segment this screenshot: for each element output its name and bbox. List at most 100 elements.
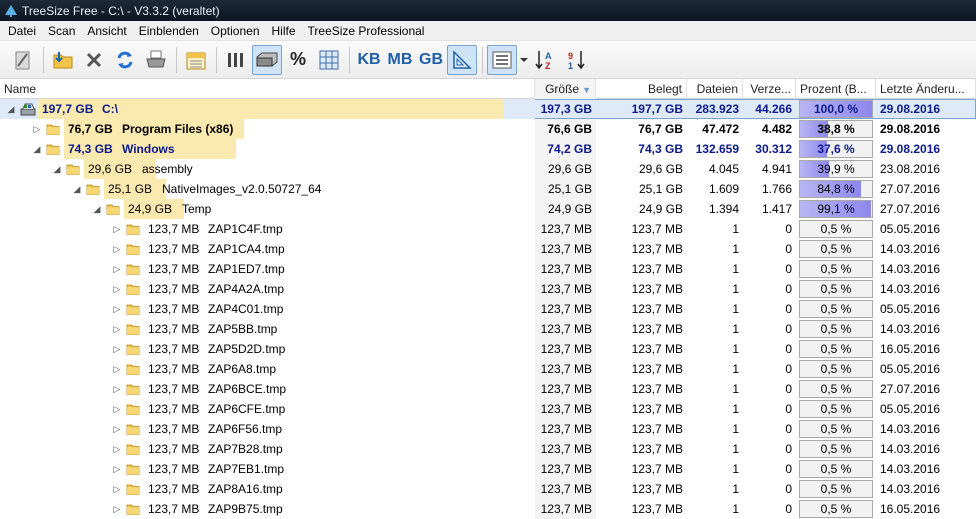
collapse-arrow-icon[interactable]: ◢ xyxy=(32,139,42,159)
tree-row[interactable]: ▷ 123,7 MB ZAP8A16.tmp 123,7 MB 123,7 MB 1 0 0,… xyxy=(0,479,976,499)
columns-dropdown[interactable] xyxy=(518,45,530,75)
name-cell[interactable]: ◢ 29,6 GB assembly xyxy=(0,159,535,179)
tree-row[interactable]: ▷ 123,7 MB ZAP5BB.tmp 123,7 MB 123,7 MB 1 0 0,5… xyxy=(0,319,976,339)
tree-row[interactable]: ▷ 123,7 MB ZAP1CA4.tmp 123,7 MB 123,7 MB 1 0 0,… xyxy=(0,239,976,259)
scan-button[interactable] xyxy=(8,45,38,75)
columns-button[interactable] xyxy=(487,44,517,75)
tree-row[interactable]: ▷ 123,7 MB ZAP6A8.tmp 123,7 MB 123,7 MB 1 0 0,5… xyxy=(0,359,976,379)
percent-cell: 0,5 % xyxy=(796,319,876,339)
name-cell[interactable]: ▷ 123,7 MB ZAP1ED7.tmp xyxy=(0,259,535,279)
tree-row[interactable]: ▷ 123,7 MB ZAP1C4F.tmp 123,7 MB 123,7 MB 1 0 0,… xyxy=(0,219,976,239)
svg-text:Z: Z xyxy=(545,61,551,71)
name-cell[interactable]: ▷ 123,7 MB ZAP8A16.tmp xyxy=(0,479,535,499)
expand-arrow-icon[interactable]: ▷ xyxy=(32,119,42,139)
expand-arrow-icon[interactable]: ▷ xyxy=(112,259,122,279)
refresh-button[interactable] xyxy=(110,45,140,75)
menu-scan[interactable]: Scan xyxy=(42,24,81,38)
expand-arrow-icon[interactable]: ▷ xyxy=(112,459,122,479)
menu-treesize-professional[interactable]: TreeSize Professional xyxy=(302,24,431,38)
header-name[interactable]: Name xyxy=(0,79,535,99)
tree-row[interactable]: ◢ 25,1 GB NativeImages_v2.0.50727_64 25,1 G… xyxy=(0,179,976,199)
tree-row[interactable]: ▷ 123,7 MB ZAP4A2A.tmp 123,7 MB 123,7 MB 1 0 0,… xyxy=(0,279,976,299)
expand-arrow-icon[interactable]: ▷ xyxy=(112,239,122,259)
name-cell[interactable]: ▷ 123,7 MB ZAP1C4F.tmp xyxy=(0,219,535,239)
expand-arrow-icon[interactable]: ▷ xyxy=(112,479,122,499)
header-percent[interactable]: Prozent (B... xyxy=(796,79,876,99)
name-cell[interactable]: ▷ 76,7 GB Program Files (x86) xyxy=(0,119,535,139)
tree-row[interactable]: ▷ 123,7 MB ZAP5D2D.tmp 123,7 MB 123,7 MB 1 0 0,… xyxy=(0,339,976,359)
header-modified[interactable]: Letzte Änderu... xyxy=(876,79,976,99)
tree-row[interactable]: ▷ 123,7 MB ZAP7EB1.tmp 123,7 MB 123,7 MB 1 0 0,… xyxy=(0,459,976,479)
name-cell[interactable]: ▷ 123,7 MB ZAP7EB1.tmp xyxy=(0,459,535,479)
stop-scan-button[interactable] xyxy=(79,45,109,75)
files-cell: 1 xyxy=(732,502,739,516)
expand-arrow-icon[interactable]: ▷ xyxy=(112,439,122,459)
name-cell[interactable]: ▷ 123,7 MB ZAP6BCE.tmp xyxy=(0,379,535,399)
expand-arrow-icon[interactable]: ▷ xyxy=(112,379,122,399)
name-cell[interactable]: ▷ 123,7 MB ZAP5BB.tmp xyxy=(0,319,535,339)
print-button[interactable] xyxy=(141,45,171,75)
name-cell[interactable]: ◢ 74,3 GB Windows xyxy=(0,139,535,159)
name-cell[interactable]: ▷ 123,7 MB ZAP6F56.tmp xyxy=(0,419,535,439)
name-cell[interactable]: ◢ 197,7 GB C:\ xyxy=(0,99,535,119)
collapse-arrow-icon[interactable]: ◢ xyxy=(72,179,82,199)
name-cell[interactable]: ▷ 123,7 MB ZAP9B75.tmp xyxy=(0,499,535,519)
tree-row[interactable]: ▷ 123,7 MB ZAP1ED7.tmp 123,7 MB 123,7 MB 1 0 0,… xyxy=(0,259,976,279)
tree-row[interactable]: ▷ 123,7 MB ZAP7B28.tmp 123,7 MB 123,7 MB 1 0 0,… xyxy=(0,439,976,459)
menu-datei[interactable]: Datei xyxy=(2,24,42,38)
gb-button[interactable]: GB xyxy=(416,45,446,75)
expand-arrow-icon[interactable]: ▷ xyxy=(112,499,122,519)
tree-row[interactable]: ▷ 123,7 MB ZAP6F56.tmp 123,7 MB 123,7 MB 1 0 0,… xyxy=(0,419,976,439)
expand-arrow-icon[interactable]: ▷ xyxy=(112,219,122,239)
tree-row[interactable]: ▷ 76,7 GB Program Files (x86) 76,6 GB 76,7 G… xyxy=(0,119,976,139)
header-size[interactable]: Größe ▼ xyxy=(535,79,596,99)
mb-button[interactable]: MB xyxy=(385,45,415,75)
collapse-arrow-icon[interactable]: ◢ xyxy=(6,99,16,119)
tree-row[interactable]: ▷ 123,7 MB ZAP9B75.tmp 123,7 MB 123,7 MB 1 0 0,… xyxy=(0,499,976,519)
menu-optionen[interactable]: Optionen xyxy=(205,24,266,38)
tree-row[interactable]: ◢ 24,9 GB Temp 24,9 GB 24,9 GB 1.394 1.417 99,1… xyxy=(0,199,976,219)
name-cell[interactable]: ▷ 123,7 MB ZAP6A8.tmp xyxy=(0,359,535,379)
expand-arrow-icon[interactable]: ▷ xyxy=(112,299,122,319)
name-cell[interactable]: ▷ 123,7 MB ZAP4A2A.tmp xyxy=(0,279,535,299)
tree-row[interactable]: ◢ 197,7 GB C:\ 197,3 GB 197,7 GB 283.923 44.26… xyxy=(0,99,976,119)
header-dirs[interactable]: Verze... xyxy=(743,79,796,99)
name-cell[interactable]: ◢ 25,1 GB NativeImages_v2.0.50727_64 xyxy=(0,179,535,199)
modified-cell: 05.05.2016 xyxy=(880,402,941,416)
tree-row[interactable]: ▷ 123,7 MB ZAP6CFE.tmp 123,7 MB 123,7 MB 1 0 0,… xyxy=(0,399,976,419)
expand-arrow-icon[interactable]: ▷ xyxy=(112,399,122,419)
name-cell[interactable]: ▷ 123,7 MB ZAP6CFE.tmp xyxy=(0,399,535,419)
percent-view-button[interactable]: % xyxy=(283,45,313,75)
name-cell[interactable]: ▷ 123,7 MB ZAP5D2D.tmp xyxy=(0,339,535,359)
bar-view-button[interactable] xyxy=(221,45,251,75)
expand-arrow-icon[interactable]: ▷ xyxy=(112,319,122,339)
file-count-view-button[interactable] xyxy=(314,45,344,75)
tree-row[interactable]: ◢ 29,6 GB assembly 29,6 GB 29,6 GB 4.045 4.941… xyxy=(0,159,976,179)
select-directory-button[interactable] xyxy=(48,45,78,75)
tree-row[interactable]: ▷ 123,7 MB ZAP6BCE.tmp 123,7 MB 123,7 MB 1 0 0,… xyxy=(0,379,976,399)
name-cell[interactable]: ◢ 24,9 GB Temp xyxy=(0,199,535,219)
collapse-arrow-icon[interactable]: ◢ xyxy=(52,159,62,179)
name-cell[interactable]: ▷ 123,7 MB ZAP7B28.tmp xyxy=(0,439,535,459)
percent-label: 84,8 % xyxy=(817,182,855,196)
name-cell[interactable]: ▷ 123,7 MB ZAP1CA4.tmp xyxy=(0,239,535,259)
expand-arrow-icon[interactable]: ▷ xyxy=(112,359,122,379)
sort-alpha-button[interactable]: A Z xyxy=(531,45,561,75)
auto-unit-button[interactable] xyxy=(447,44,477,75)
name-cell[interactable]: ▷ 123,7 MB ZAP4C01.tmp xyxy=(0,299,535,319)
menu-hilfe[interactable]: Hilfe xyxy=(266,24,302,38)
header-allocated[interactable]: Belegt xyxy=(596,79,687,99)
header-files[interactable]: Dateien xyxy=(687,79,743,99)
tree-row[interactable]: ◢ 74,3 GB Windows 74,2 GB 74,3 GB 132.659 30.3… xyxy=(0,139,976,159)
menu-einblenden[interactable]: Einblenden xyxy=(133,24,205,38)
size-view-button[interactable] xyxy=(252,44,282,75)
sort-size-button[interactable]: 9 1 xyxy=(562,45,592,75)
expand-arrow-icon[interactable]: ▷ xyxy=(112,339,122,359)
calendar-button[interactable] xyxy=(181,45,211,75)
expand-arrow-icon[interactable]: ▷ xyxy=(112,419,122,439)
menu-ansicht[interactable]: Ansicht xyxy=(81,24,132,38)
tree-row[interactable]: ▷ 123,7 MB ZAP4C01.tmp 123,7 MB 123,7 MB 1 0 0,… xyxy=(0,299,976,319)
collapse-arrow-icon[interactable]: ◢ xyxy=(92,199,102,219)
expand-arrow-icon[interactable]: ▷ xyxy=(112,279,122,299)
kb-button[interactable]: KB xyxy=(354,45,384,75)
